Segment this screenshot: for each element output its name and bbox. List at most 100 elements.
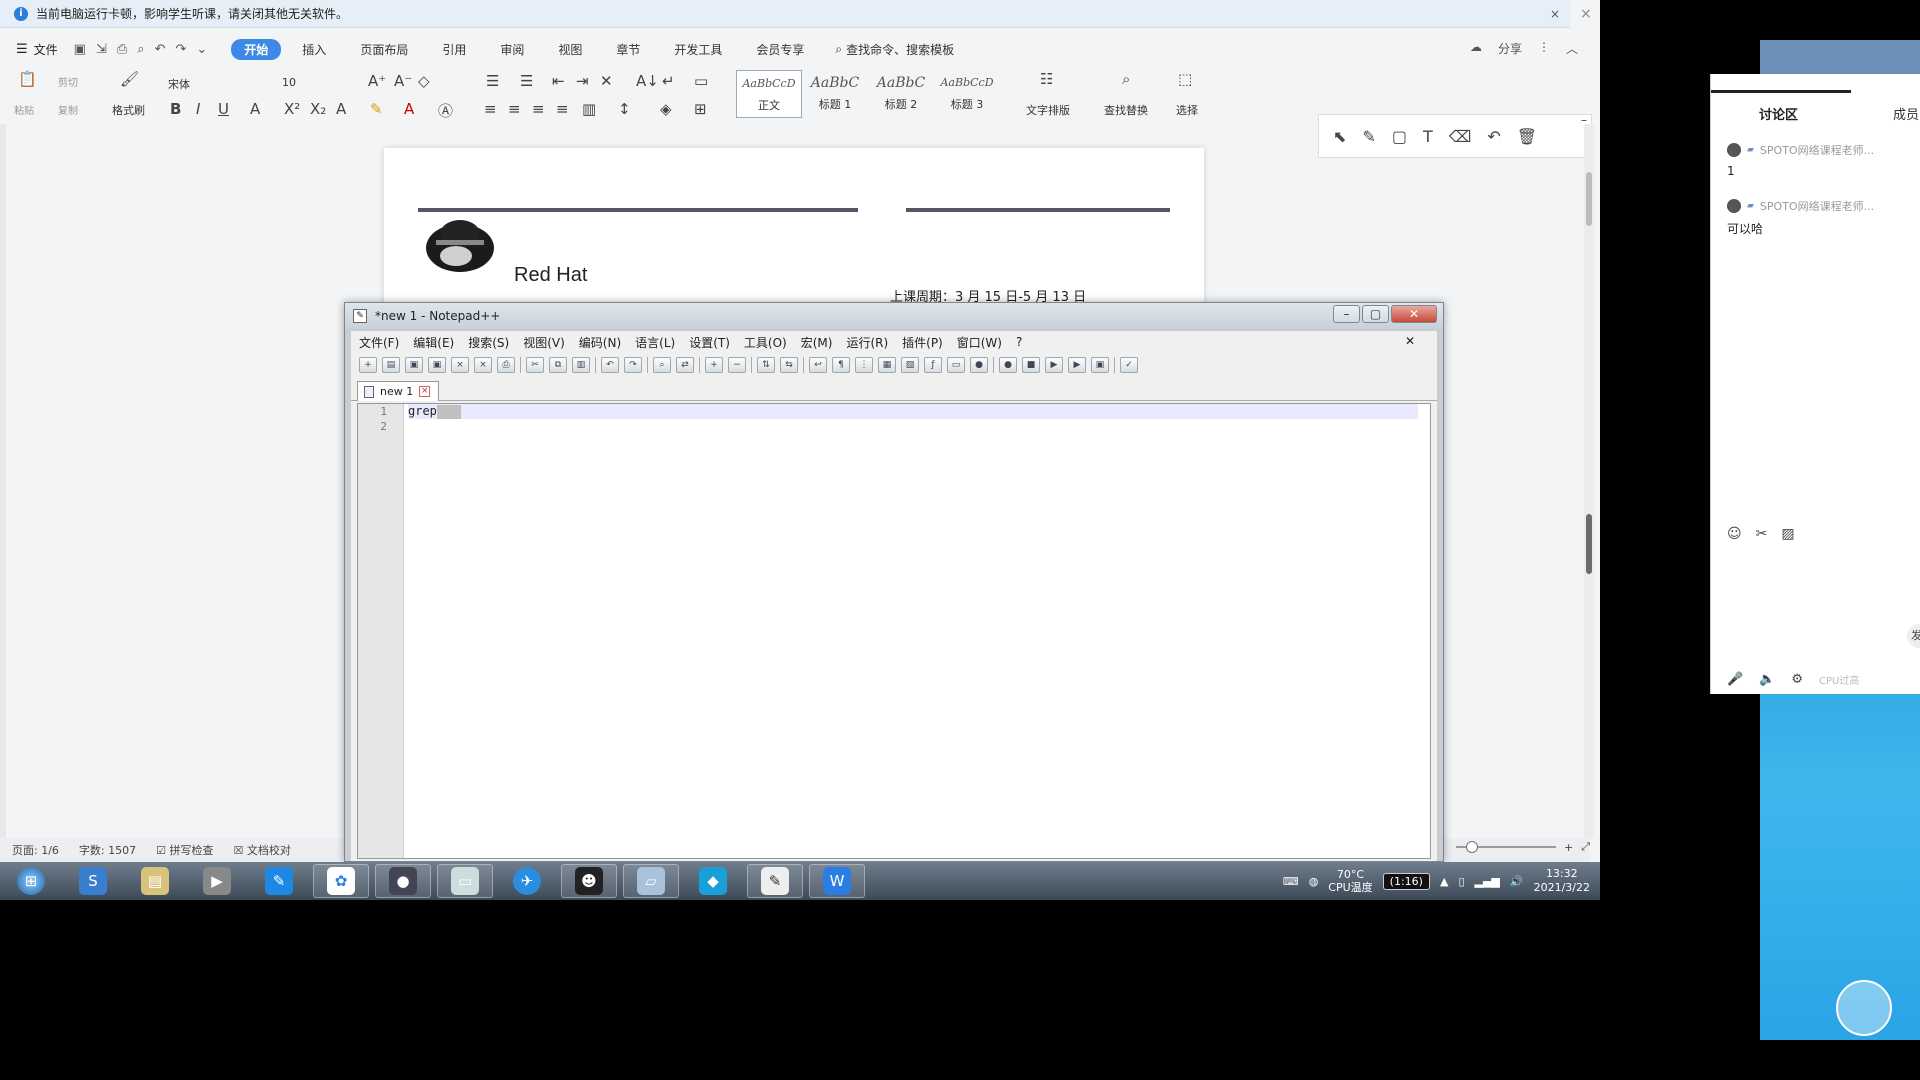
keyboard-icon[interactable]: ⌨	[1283, 875, 1299, 888]
format-painter-icon[interactable]: 🖌	[120, 70, 139, 88]
save-icon[interactable]: ▣	[405, 357, 423, 373]
text-layout-label[interactable]: 文字排版	[1026, 102, 1070, 118]
menu-view[interactable]: 视图(V)	[523, 334, 565, 351]
open-file-icon[interactable]: ▤	[382, 357, 400, 373]
pen-icon[interactable]: ✎	[1362, 127, 1375, 146]
spell-check-toggle[interactable]: ☑ 拼写检查	[156, 842, 213, 858]
document-tab[interactable]: new 1 ×	[357, 381, 440, 401]
fullscreen-icon[interactable]: ⤢	[1581, 840, 1590, 854]
record-macro-icon[interactable]: ●	[999, 357, 1017, 373]
highlight-icon[interactable]: ✎	[370, 100, 383, 118]
taskbar-app[interactable]: ▱	[623, 864, 679, 898]
zoom-in-icon[interactable]: +	[705, 357, 723, 373]
save-icon[interactable]: ▣	[74, 42, 86, 57]
bold-icon[interactable]: B	[170, 100, 181, 118]
chevron-down-icon[interactable]: ⌄	[196, 42, 207, 57]
taskbar-app[interactable]: W	[809, 864, 865, 898]
search-icon[interactable]: ⌕	[1122, 70, 1130, 88]
menu-tools[interactable]: 工具(O)	[744, 334, 787, 351]
distribute-icon[interactable]: ▥	[582, 100, 596, 118]
replace-icon[interactable]: ⇄	[676, 357, 694, 373]
menu-plugins[interactable]: 插件(P)	[902, 334, 943, 351]
share-button[interactable]: 分享	[1498, 40, 1522, 57]
save-all-icon[interactable]: ▣	[428, 357, 446, 373]
subscript-icon[interactable]: X₂	[310, 100, 326, 118]
play-macro-icon[interactable]: ▶	[1045, 357, 1063, 373]
increase-indent-icon[interactable]: ⇥	[576, 72, 589, 90]
paste-icon[interactable]: ▥	[572, 357, 590, 373]
menu-help[interactable]: ?	[1016, 335, 1022, 349]
battery-icon[interactable]: ▯	[1458, 875, 1464, 888]
close-icon[interactable]: ×	[1550, 7, 1560, 21]
proofread-toggle[interactable]: ☒ 文档校对	[233, 842, 290, 858]
minimize-button[interactable]: –	[1333, 305, 1360, 323]
align-center-icon[interactable]: ≡	[508, 100, 521, 118]
font-name-select[interactable]: 宋体	[168, 76, 190, 92]
code-line[interactable]	[408, 419, 1418, 434]
align-right-icon[interactable]: ≡	[532, 100, 545, 118]
taskbar-app[interactable]: ▤	[127, 864, 183, 898]
close-file-icon[interactable]: ×	[451, 357, 469, 373]
copy-button[interactable]: 复制	[58, 102, 78, 117]
print-icon[interactable]: ⎙	[117, 42, 127, 57]
signal-icon[interactable]: ▂▄▆	[1475, 875, 1500, 888]
cpu-temperature[interactable]: 70°C CPU温度	[1328, 868, 1372, 894]
close-icon[interactable]: ×	[1580, 6, 1592, 22]
preview-icon[interactable]: ⌕	[137, 42, 144, 57]
grow-font-icon[interactable]: A⁺	[368, 72, 386, 90]
emoji-icon[interactable]: ☺	[1727, 526, 1742, 542]
file-menu[interactable]: 文件	[34, 41, 58, 58]
image-icon[interactable]: ▨	[1781, 526, 1794, 542]
taskbar-app[interactable]: ✿	[313, 864, 369, 898]
function-list-icon[interactable]: ƒ	[924, 357, 942, 373]
tab-insert[interactable]: 插入	[289, 39, 339, 60]
redo-icon[interactable]: ↷	[175, 42, 186, 57]
print-icon[interactable]: ⎙	[497, 357, 515, 373]
network-icon[interactable]: ◍	[1309, 875, 1319, 888]
maximize-button[interactable]: ▢	[1362, 305, 1389, 323]
stop-macro-icon[interactable]: ■	[1022, 357, 1040, 373]
format-painter-label[interactable]: 格式刷	[112, 102, 145, 118]
word-count[interactable]: 字数: 1507	[79, 842, 136, 858]
tab-review[interactable]: 审阅	[487, 39, 537, 60]
justify-icon[interactable]: ≡	[556, 100, 569, 118]
tab-home[interactable]: 开始	[231, 38, 282, 60]
menu-edit[interactable]: 编辑(E)	[413, 334, 454, 351]
taskbar-app[interactable]: ✎	[747, 864, 803, 898]
find-icon[interactable]: ⌕	[653, 357, 671, 373]
taskbar-app[interactable]: ✈	[499, 864, 555, 898]
cut-button[interactable]: 剪切	[58, 74, 78, 89]
taskbar-app[interactable]: S	[65, 864, 121, 898]
vertical-scrollbar[interactable]	[1584, 124, 1594, 838]
menu-run[interactable]: 运行(R)	[846, 334, 888, 351]
tab-page-layout[interactable]: 页面布局	[347, 39, 421, 60]
text-layout-icon[interactable]: ☷	[1040, 70, 1053, 88]
settings-icon[interactable]: ⚙	[1791, 672, 1803, 687]
char-border-icon[interactable]: Ⓐ	[438, 100, 453, 121]
monitoring-icon[interactable]: ●	[970, 357, 988, 373]
select-label[interactable]: 选择	[1176, 102, 1198, 118]
close-button[interactable]: ✕	[1391, 305, 1437, 323]
shrink-font-icon[interactable]: A⁻	[394, 72, 412, 90]
style-heading-3[interactable]: AaBbCcD 标题 3	[934, 70, 1000, 118]
style-heading-2[interactable]: AaBbC 标题 2	[868, 70, 934, 118]
run-macro-multiple-icon[interactable]: ▶	[1068, 357, 1086, 373]
paste-icon[interactable]: 📋	[18, 70, 37, 88]
table-icon[interactable]: ▭	[694, 72, 708, 90]
recording-timer[interactable]: (1:16)	[1382, 872, 1430, 890]
font-color-icon[interactable]: A	[404, 100, 414, 118]
microphone-icon[interactable]: 🎤	[1727, 672, 1743, 687]
tab-members[interactable]: 成员	[1893, 104, 1919, 123]
start-button[interactable]: ⊞	[3, 864, 59, 898]
show-hidden-icons[interactable]: ▲	[1440, 875, 1448, 888]
menu-language[interactable]: 语言(L)	[635, 334, 675, 351]
close-document-icon[interactable]: ✕	[1405, 334, 1415, 348]
menu-search[interactable]: 搜索(S)	[468, 334, 509, 351]
superscript-icon[interactable]: X²	[284, 100, 300, 118]
send-button[interactable]: 发	[1907, 624, 1920, 648]
menu-icon[interactable]: ☰	[16, 42, 28, 57]
doc-map-icon[interactable]: ▧	[901, 357, 919, 373]
code-editor[interactable]: 1 2 grep	[357, 403, 1431, 859]
line-spacing-icon[interactable]: ↕	[618, 100, 631, 118]
paste-label[interactable]: 粘贴	[14, 102, 34, 117]
